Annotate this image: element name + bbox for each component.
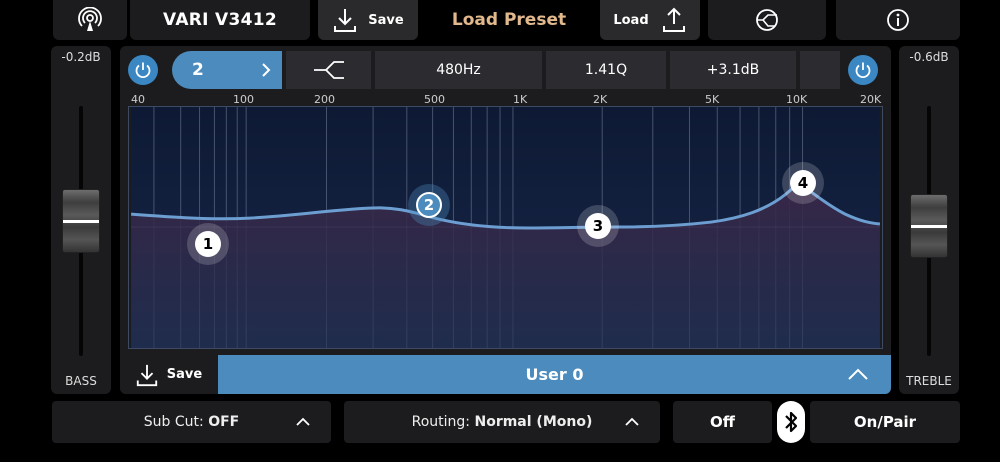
bass-slider-handle[interactable] [62,189,100,253]
save-preset-button[interactable]: Save [318,0,418,40]
freq-label-2k: 2K [593,93,608,106]
freq-label-500: 500 [424,93,445,106]
save-label: Save [166,367,203,382]
download-icon [136,364,157,386]
freq-label-100: 100 [233,93,254,106]
bluetooth-pair-button[interactable]: On/Pair [810,401,960,443]
routing-dropdown[interactable]: Routing: Normal (Mono) [344,401,660,443]
eq-node-2[interactable]: 2 [408,184,450,226]
eq-node-1[interactable]: 1 [187,223,229,265]
eq-panel: 2 480Hz 1.41Q +3.1dB 40 100 200 500 1K 2… [120,46,891,394]
treble-level: -0.6dB [909,50,949,64]
load-preset-label: Load Preset [451,10,567,30]
bluetooth-off-label: Off [710,413,735,431]
chevron-up-icon [848,368,868,380]
broadcast-icon [78,7,102,31]
treble-label: TREBLE [906,374,952,388]
crossover-circle-icon [756,9,778,31]
power-icon [855,62,871,79]
bass-label: BASS [65,374,97,388]
sub-cut-value: OFF [208,414,240,430]
eq-footer: Save User 0 [120,355,891,394]
eq-node-4[interactable]: 4 [782,162,824,204]
band-number: 2 [192,60,204,80]
bluetooth-off-button[interactable]: Off [673,401,772,443]
routing-label: Routing: [411,414,471,430]
chevron-right-icon [262,63,271,77]
band-control-row: 2 480Hz 1.41Q +3.1dB [126,51,885,89]
eq-node-3[interactable]: 3 [577,205,619,247]
freq-label-200: 200 [314,93,335,106]
freq-label-1k: 1K [513,93,528,106]
filter-type-button[interactable] [286,51,371,89]
treble-column: -0.6dB TREBLE [899,46,959,394]
chevron-up-icon [296,417,310,426]
save-label: Save [368,12,404,28]
bass-level: -0.2dB [61,50,101,64]
load-preset-title: Load Preset [420,0,598,40]
save-user-preset-button[interactable]: Save [120,355,217,394]
download-icon [334,9,357,32]
eq-graph[interactable] [128,106,883,349]
band-gain[interactable]: +3.1dB [670,51,796,89]
sub-cut-dropdown[interactable]: Sub Cut: OFF [52,401,331,443]
freq-label-40: 40 [131,93,145,106]
band-q[interactable]: 1.41Q [546,51,666,89]
info-icon [887,9,909,31]
load-preset-button[interactable]: Load [600,0,700,40]
broadcast-button[interactable] [53,0,127,40]
band-power-button[interactable] [848,55,878,85]
chevron-up-icon [625,417,639,426]
treble-slider-handle[interactable] [910,194,948,258]
load-label: Load [613,12,649,28]
info-button[interactable] [836,0,960,40]
eq-power-button[interactable] [128,55,158,85]
filter-shape-icon [313,61,344,79]
bluetooth-icon [777,401,805,443]
bass-column: -0.2dB BASS [51,46,111,394]
preset-name: User 0 [525,365,584,384]
sub-cut-label: Sub Cut: [143,414,204,430]
power-icon [135,62,151,79]
freq-label-5k: 5K [705,93,720,106]
upload-icon [662,7,685,32]
freq-label-10k: 10K [786,93,808,106]
device-name: VARI V3412 [163,10,277,30]
freq-label-20k: 20K [860,93,882,106]
bluetooth-pair-label: On/Pair [853,413,917,431]
routing-value: Normal (Mono) [474,414,593,430]
preset-selector[interactable]: User 0 [218,355,891,394]
device-name-panel: VARI V3412 [130,0,310,40]
band-gain-spacer [800,51,840,89]
band-frequency[interactable]: 480Hz [375,51,542,89]
crossover-button[interactable] [708,0,826,40]
band-selector[interactable]: 2 [172,51,282,89]
